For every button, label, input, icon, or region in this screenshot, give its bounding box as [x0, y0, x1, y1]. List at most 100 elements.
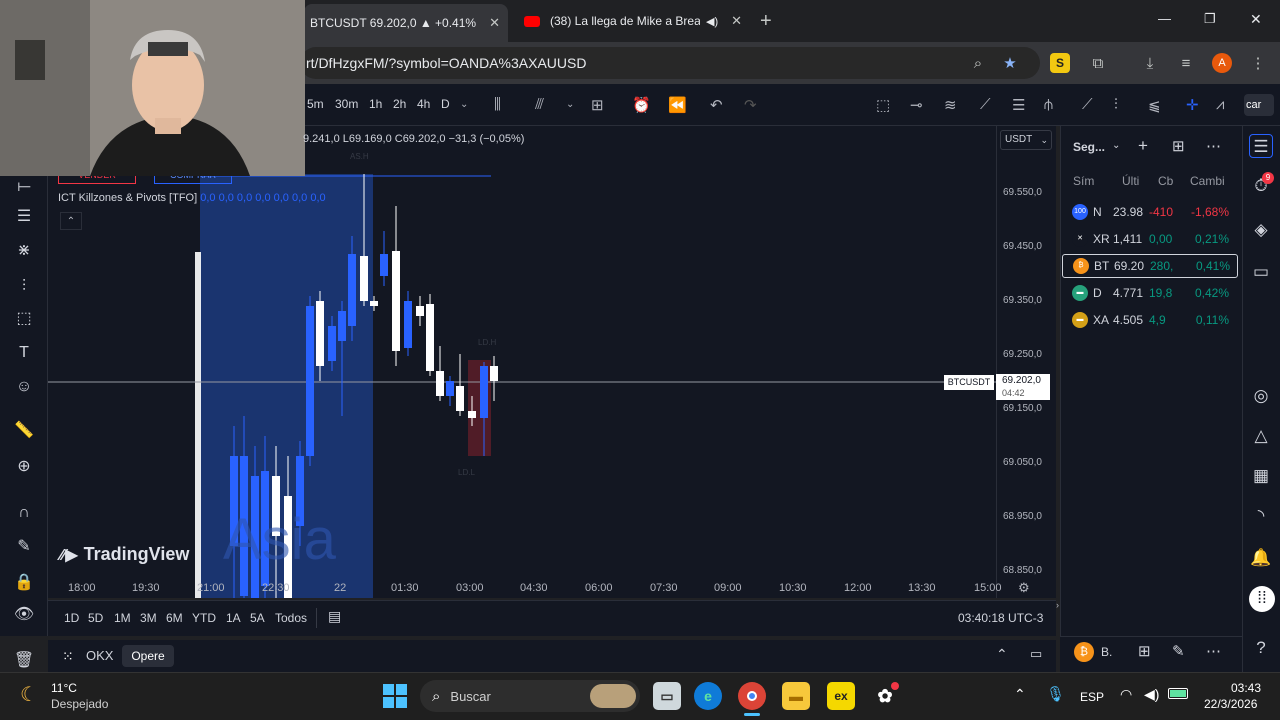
timeframe-30m[interactable]: 30m [335, 97, 358, 111]
pitchfork-icon[interactable]: ⫛ [1044, 96, 1053, 113]
watch-col-last[interactable]: Últi [1122, 174, 1139, 188]
address-bar[interactable]: rt/DfHzgxFM/?symbol=OANDA%3AXAUUSD [300, 47, 1040, 79]
trade-open-button[interactable]: Opere [122, 645, 174, 667]
detail-symbol[interactable]: B. [1101, 645, 1112, 659]
timeframe-1h[interactable]: 1h [369, 97, 382, 111]
add-symbol-icon[interactable]: + [1138, 136, 1148, 156]
date-range-icon[interactable]: ▤ [328, 608, 341, 625]
clock-date[interactable]: 22/3/2026 [1204, 697, 1257, 711]
notifications-bell-icon[interactable]: 🔔 [1249, 546, 1273, 570]
undo-icon[interactable]: ↶ [710, 96, 723, 114]
lock-icon[interactable]: 🔒 [12, 572, 36, 594]
timeframe-4h[interactable]: 4h [417, 97, 430, 111]
polyline-icon[interactable]: ⩘ [1216, 96, 1224, 113]
taskbar-search[interactable]: ⌕ Buscar [420, 680, 640, 712]
maximize-panel-icon[interactable]: ▭ [1030, 646, 1042, 662]
rectangle-tool-icon[interactable]: ⬚ [876, 96, 890, 114]
panel-collapse-arrow[interactable]: › [1056, 600, 1059, 610]
watch-col-pct[interactable]: Cambi [1190, 174, 1225, 188]
range-button[interactable]: 5A [250, 611, 265, 625]
language-indicator[interactable]: ESP [1080, 690, 1104, 704]
stay-drawing-icon[interactable]: ✎ [12, 536, 36, 558]
calendar-icon[interactable]: ▦ [1249, 464, 1273, 488]
layouts-icon[interactable]: ⊞ [591, 96, 604, 114]
chart-settings-icon[interactable]: ⚙ [1018, 580, 1030, 596]
browser-menu-icon[interactable]: ⋮ [1246, 51, 1270, 75]
pattern-tool-icon[interactable]: ⋇ [12, 240, 36, 262]
cursor-line-icon[interactable]: ⟝ [12, 176, 36, 198]
parallel-channel-icon[interactable]: ≋ [944, 96, 957, 114]
apps-grid-icon[interactable]: ⁞⁞ [1249, 586, 1275, 612]
chrome-icon[interactable] [738, 682, 766, 710]
browser-tab-youtube[interactable]: (38) La llega de Mike a Brea ◀) ✕ [518, 6, 750, 36]
range-button[interactable]: 5D [88, 611, 103, 625]
download-icon[interactable]: ⤓ [1138, 51, 1162, 75]
search-symbol-button[interactable]: car [1244, 94, 1274, 116]
gann-icon[interactable]: ⫶ [1114, 96, 1118, 113]
trendline-icon[interactable]: ⟋ [980, 96, 991, 113]
redo-icon[interactable]: ↷ [744, 96, 757, 114]
currency-selector[interactable]: USDT ⌄ [1000, 130, 1052, 150]
indicators-dropdown-icon[interactable]: ⌄ [566, 99, 574, 110]
tray-overflow-icon[interactable]: ⌃ [1014, 686, 1026, 703]
replay-icon[interactable]: ⏪ [668, 96, 687, 114]
timeframe-dropdown-icon[interactable]: ⌄ [460, 99, 468, 110]
speaker-icon[interactable]: ◀) [706, 15, 718, 28]
range-button[interactable]: YTD [192, 611, 216, 625]
restore-button[interactable]: ❐ [1204, 11, 1216, 27]
watchlist-row[interactable]: ₿ BT 69.20 280, 0,41% [1062, 254, 1238, 278]
ruler-icon[interactable]: 📏 [12, 420, 36, 442]
file-explorer-icon[interactable]: ▬ [782, 682, 810, 710]
layers-icon[interactable]: ◈ [1249, 218, 1273, 242]
range-button[interactable]: 1D [64, 611, 79, 625]
watchlist-row[interactable]: ▬ XA 4.505 4,9 0,11% [1062, 308, 1238, 332]
range-button[interactable]: 1A [226, 611, 241, 625]
bookmark-star-icon[interactable]: ★ [998, 51, 1022, 75]
legend-collapse-button[interactable]: ⌃ [60, 212, 82, 230]
new-tab-button[interactable]: + [760, 10, 772, 33]
hide-drawings-icon[interactable]: 👁 [12, 604, 36, 626]
collapse-panel-icon[interactable]: ⌃ [996, 646, 1008, 663]
timeframe-5m[interactable]: 5m [307, 97, 324, 111]
advanced-view-icon[interactable]: ⊞ [1172, 137, 1185, 155]
broker-name[interactable]: OKX [86, 648, 113, 663]
crosshair-icon[interactable]: ✛ [1186, 96, 1199, 114]
media-control-icon[interactable]: ≡ [1174, 51, 1198, 75]
zoom-in-icon[interactable]: ⊕ [12, 456, 36, 478]
tab-close-icon[interactable]: ✕ [731, 13, 742, 29]
shapes-icon[interactable]: ⬚ [12, 308, 36, 330]
microphone-icon[interactable]: 🎙 [1046, 685, 1065, 703]
fib-retracement-icon[interactable]: ☰ [1012, 96, 1025, 114]
detail-more-icon[interactable]: ⋯ [1206, 642, 1221, 660]
browser-tab-active[interactable]: BTCUSDT 69.202,0 ▲ +0.41% Si ✕ [304, 4, 508, 42]
watchlist-dropdown-icon[interactable]: ⌄ [1112, 140, 1120, 151]
zoom-search-icon[interactable]: ⌕ [966, 51, 990, 75]
alert-icon[interactable]: ⏰ [632, 96, 651, 114]
emoji-icon[interactable]: ☺ [12, 376, 36, 398]
chart-type-candles-icon[interactable]: ⫼ [494, 96, 501, 113]
watch-col-sym[interactable]: Sím [1073, 174, 1094, 188]
volume-icon[interactable]: ◀) [1144, 686, 1159, 703]
exness-icon[interactable]: ex [827, 682, 855, 710]
watchlist-row[interactable]: 100 N 23.98 -410 -1,68% [1062, 200, 1238, 224]
forecasting-icon[interactable]: ⫶ [12, 276, 36, 298]
path-tool-icon[interactable]: ⟋ [1082, 96, 1093, 113]
task-view-icon[interactable]: ▭ [653, 682, 681, 710]
text-tool-icon[interactable]: T [12, 342, 36, 364]
trash-icon[interactable]: 🗑 [12, 650, 36, 672]
extensions-puzzle-icon[interactable]: ⧉ [1086, 51, 1110, 75]
chart-pane[interactable]: VENDER COMPRAR ICT Killzones & Pivots [T… [48, 126, 996, 598]
range-button[interactable]: 1M [114, 611, 131, 625]
windows-start-icon[interactable] [383, 684, 407, 708]
indicator-legend[interactable]: ICT Killzones & Pivots [TFO] 0,0 0,0 0,0… [58, 192, 326, 204]
chat-icon[interactable]: ▭ [1249, 260, 1273, 284]
ideas-icon[interactable]: △ [1249, 424, 1273, 448]
profile-avatar[interactable]: A [1212, 53, 1232, 73]
extension-s-icon[interactable]: S [1050, 53, 1070, 73]
indicators-icon[interactable]: ⫻ [535, 96, 544, 113]
close-window-button[interactable]: ✕ [1250, 11, 1262, 28]
tab-close-icon[interactable]: ✕ [489, 15, 500, 31]
watch-col-chg[interactable]: Cb [1158, 174, 1173, 188]
clock-timezone[interactable]: 03:40:18 UTC-3 [958, 611, 1043, 625]
detail-edit-icon[interactable]: ✎ [1172, 642, 1185, 660]
